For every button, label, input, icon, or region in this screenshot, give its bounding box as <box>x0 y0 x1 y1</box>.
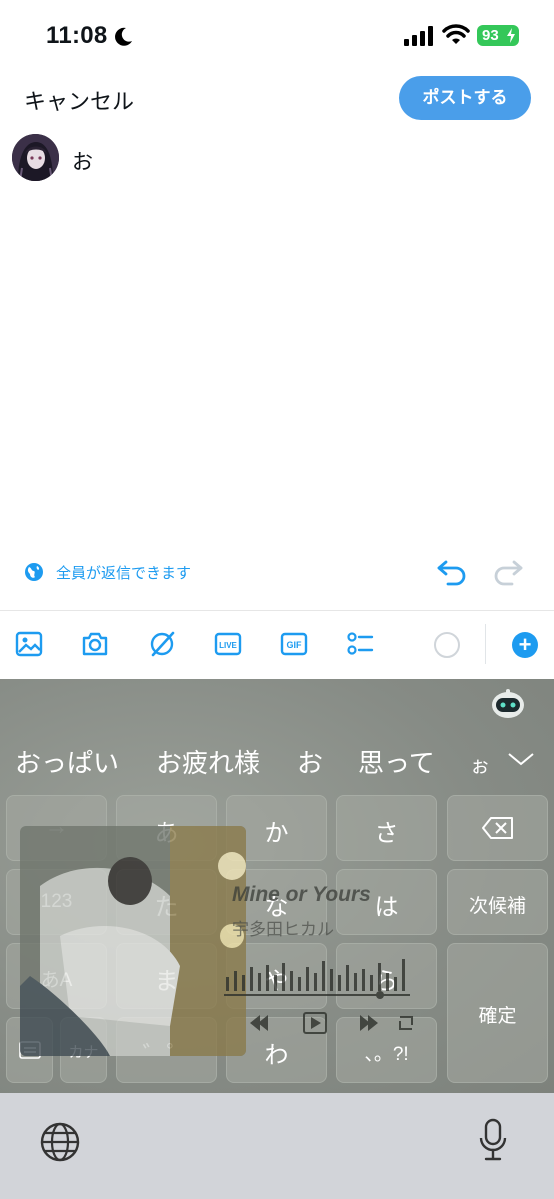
confirm-key[interactable]: 確定 <box>447 943 548 1083</box>
post-button[interactable]: ポストする <box>399 76 531 120</box>
music-artist: 宇多田ヒカル <box>232 920 334 939</box>
add-post-button[interactable]: + <box>512 632 538 658</box>
candidate-item[interactable]: お疲れ様 <box>156 743 260 780</box>
next-candidate-key[interactable]: 次候補 <box>447 869 548 935</box>
character-counter <box>434 632 460 658</box>
avatar[interactable] <box>12 134 59 181</box>
keyboard: おっぱい お疲れ様 お 思って ぉ → あ か さ 123 た な は 次候補 … <box>0 679 554 1199</box>
music-album-art <box>20 826 246 1056</box>
image-icon[interactable] <box>15 630 43 658</box>
candidate-item[interactable]: 思って <box>358 743 435 780</box>
chevron-down-icon[interactable] <box>506 749 536 769</box>
undo-icon[interactable] <box>436 556 468 586</box>
candidate-bar: おっぱい お疲れ様 お 思って ぉ <box>0 743 554 779</box>
battery-level: 93 <box>482 27 499 44</box>
grok-icon[interactable] <box>148 630 176 658</box>
signal-icon <box>404 26 433 46</box>
moon-icon <box>115 27 132 46</box>
key-label: 次候補 <box>468 896 526 917</box>
live-label: LIVE <box>219 641 237 650</box>
poll-icon[interactable] <box>346 630 374 658</box>
globe-icon[interactable] <box>40 1122 80 1162</box>
cancel-button[interactable]: キャンセル <box>24 84 134 116</box>
status-time: 11:08 <box>46 22 108 49</box>
live-icon[interactable]: LIVE <box>214 630 242 658</box>
status-bar: 11:08 93 <box>0 0 554 70</box>
candidate-item[interactable]: おっぱい <box>15 743 119 780</box>
compose-textarea[interactable]: お <box>72 146 93 176</box>
wifi-icon <box>442 24 470 44</box>
avatar-image <box>12 134 59 181</box>
robot-icon[interactable] <box>490 687 526 719</box>
toolbar-separator <box>485 624 486 664</box>
reply-setting[interactable]: 全員が返信できます <box>24 560 191 584</box>
reply-setting-label: 全員が返信できます <box>56 564 192 582</box>
album-art-image <box>20 826 246 1056</box>
key-sa[interactable]: さ <box>336 795 437 861</box>
gif-icon[interactable]: GIF <box>280 630 308 658</box>
microphone-icon[interactable] <box>478 1118 508 1162</box>
music-title: Mine or Yours <box>232 883 371 906</box>
divider <box>0 610 554 611</box>
key-label: さ <box>374 820 399 847</box>
camera-icon[interactable] <box>81 630 109 658</box>
key-label: 確定 <box>478 1006 517 1027</box>
keyboard-bottom-bar <box>0 1093 554 1199</box>
music-controls <box>250 1012 413 1034</box>
battery-indicator: 93 <box>477 25 519 46</box>
globe-icon <box>25 563 43 581</box>
redo-icon[interactable] <box>492 556 524 586</box>
delete-key[interactable] <box>447 795 548 861</box>
candidate-item[interactable]: お <box>297 743 323 780</box>
candidate-item[interactable]: ぉ <box>470 749 490 778</box>
charging-bolt-icon <box>507 28 515 43</box>
gif-label: GIF <box>287 640 303 650</box>
backspace-icon <box>482 817 513 839</box>
key-label: 、。?! <box>364 1044 409 1065</box>
music-waveform <box>224 959 410 999</box>
